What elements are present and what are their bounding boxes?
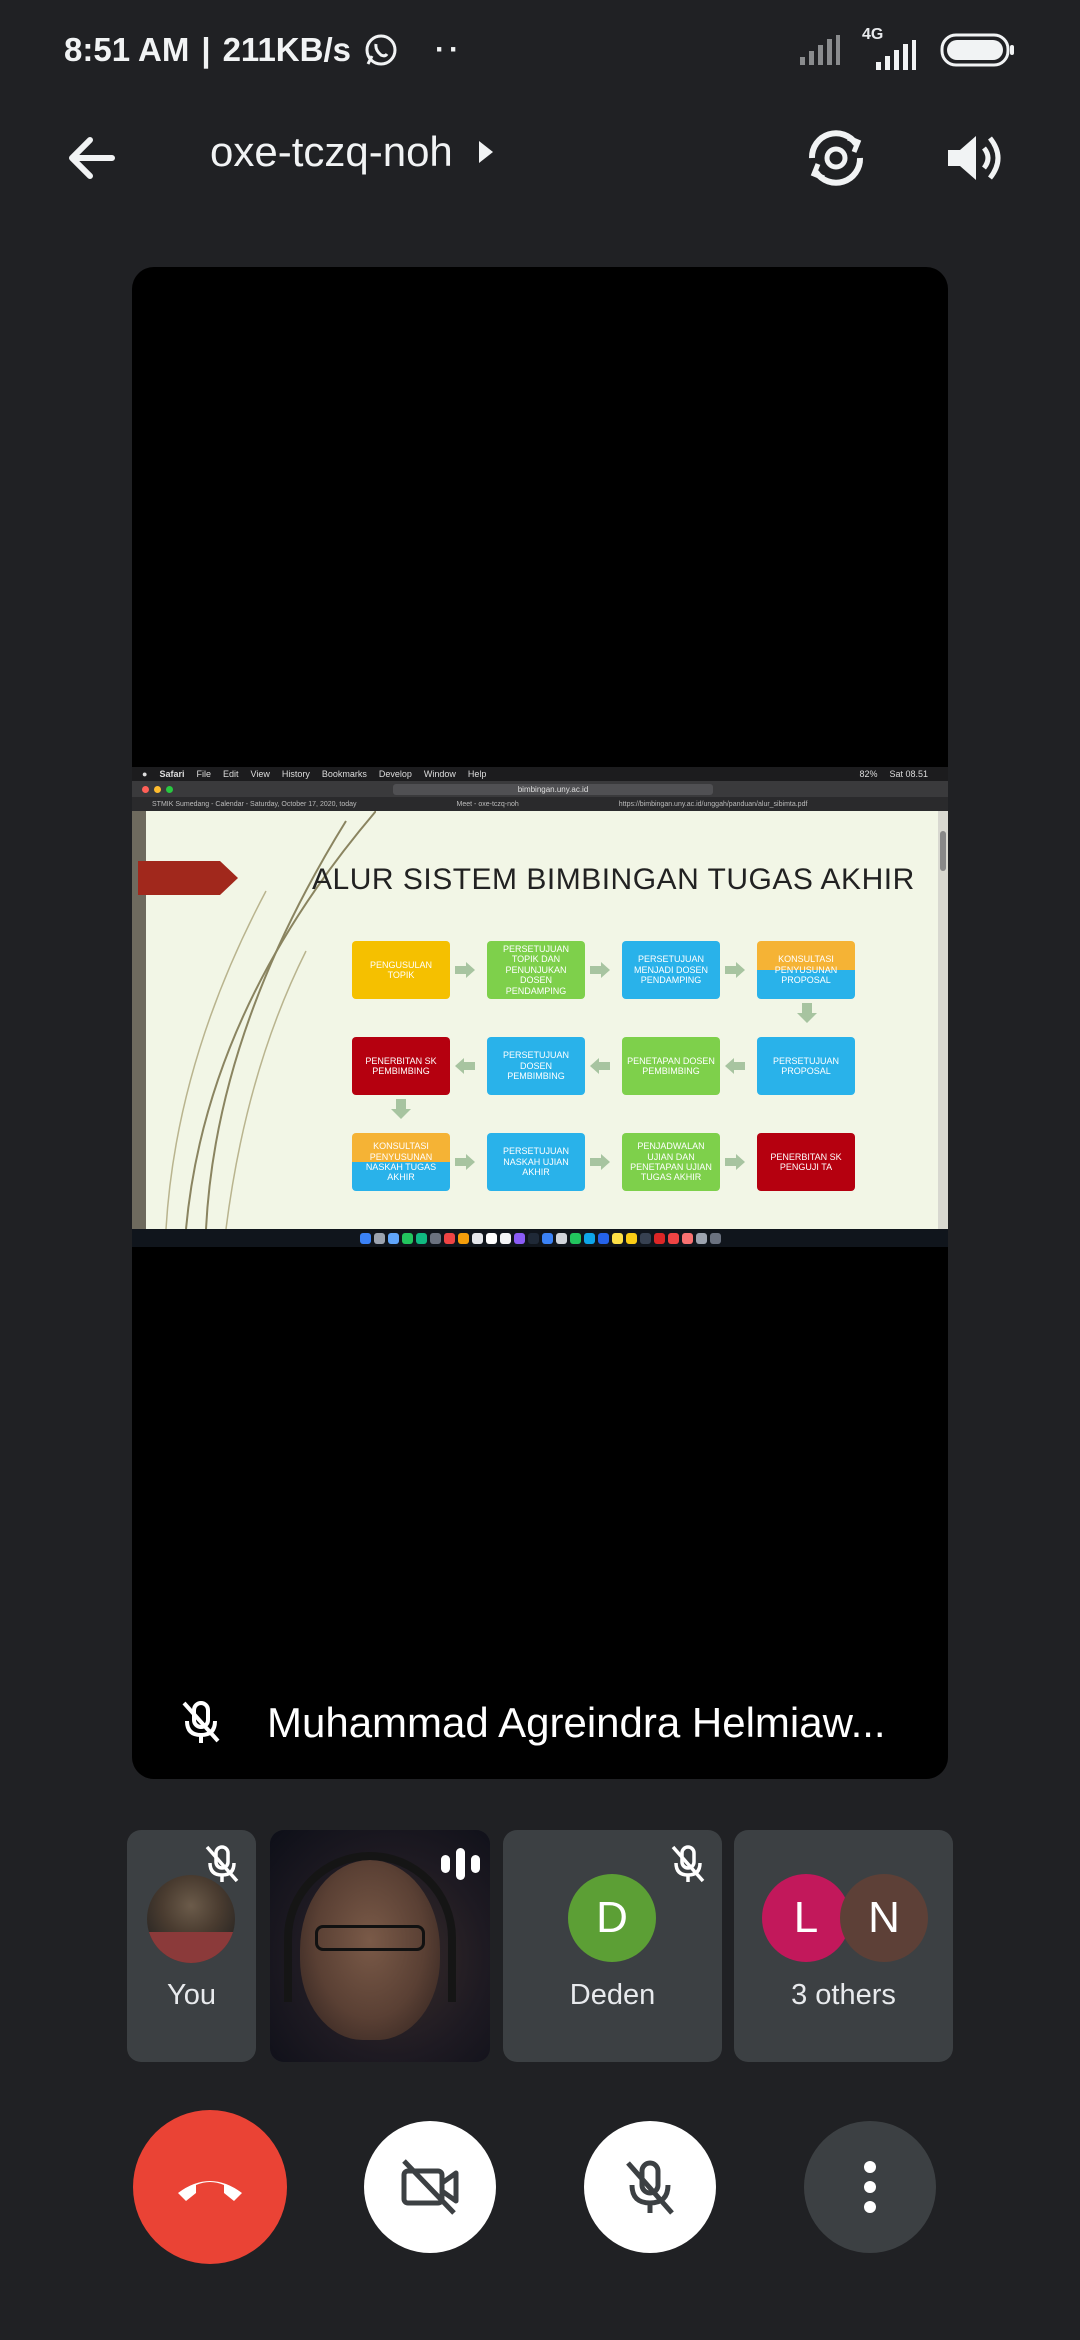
flow-box: PENERBITAN SK PENGUJI TA [757,1133,855,1191]
safari-tab: STMIK Sumedang - Calendar - Saturday, Oc… [152,800,357,808]
avatar [147,1875,235,1963]
safari-tab: https://bimbingan.uny.ac.id/unggah/pandu… [618,800,808,808]
url-bar: bimbingan.uny.ac.id [393,783,713,795]
mic-off-icon [205,1845,239,1883]
participant-label: Deden [569,1979,656,2011]
flow-box: KONSULTASI PENYUSUNAN PROPOSAL [757,941,855,999]
flow-box: PERSETUJUAN DOSEN PEMBIMBING [487,1037,585,1095]
flow-box: PERSETUJUAN TOPIK DAN PENUNJUKAN DOSEN P… [487,941,585,999]
camera-toggle-button[interactable] [364,2121,496,2253]
more-options-button[interactable] [804,2121,936,2253]
flow-box: PERSETUJUAN PROPOSAL [757,1037,855,1095]
pdf-scrollbar [938,811,948,1229]
slide-title: ALUR SISTEM BIMBINGAN TUGAS AKHIR [312,863,915,896]
shared-screen: ● Safari File Edit View History Bookmark… [132,767,948,1247]
status-bar: 8:51 AM | 211KB/s ·· 4G [0,0,1080,100]
safari-toolbar: bimbingan.uny.ac.id [132,781,948,797]
flow-box: PENJADWALAN UJIAN DAN PENETAPAN UJIAN TU… [622,1133,720,1191]
avatar: D [568,1874,656,1962]
menubar-item: Bookmarks [321,769,367,779]
more-vert-icon [864,2161,876,2213]
speaking-indicator-icon [441,1848,480,1880]
pdf-slide: ALUR SISTEM BIMBINGAN TUGAS AKHIR PENGUS… [132,811,948,1229]
flow-arrow [725,962,745,978]
participant-label: 3 others [791,1979,896,2011]
meeting-code: oxe-tczq-noh [210,128,453,175]
more-dots-icon: ·· [435,33,463,66]
glasses [315,1925,425,1951]
flow-arrow [590,1058,610,1074]
menubar-battery: 82% [859,769,878,779]
flow-box: KONSULTASI PENYUSUNAN NASKAH TUGAS AKHIR [352,1133,450,1191]
menubar-item: History [281,769,310,779]
flow-arrow [455,1058,475,1074]
app-bar: oxe-tczq-noh [0,100,1080,215]
flow-arrow [725,1154,745,1170]
status-separator: | [201,31,211,68]
participant-tile-you[interactable]: You [127,1830,256,2062]
end-call-button[interactable] [133,2110,287,2264]
menubar-clock: Sat 08.51 [889,769,928,779]
menubar-status: 82% Sat 08.51 [859,769,948,779]
status-left: 8:51 AM | 211KB/s ·· [64,31,463,69]
flow-arrow [725,1058,745,1074]
main-video-tile[interactable]: ● Safari File Edit View History Bookmark… [132,267,948,1779]
mac-dock [132,1229,948,1247]
flow-box: PERSETUJUAN MENJADI DOSEN PENDAMPING [622,941,720,999]
main-participant-name: Muhammad Agreindra Helmiaw... [267,1699,886,1746]
flow-arrow [590,1154,610,1170]
safari-tab: Meet - oxe-tczq-noh [456,800,519,808]
apple-icon: ● [142,769,148,779]
mic-toggle-button[interactable] [584,2121,716,2253]
speaker-icon[interactable] [938,122,1010,194]
flow-arrow [391,1099,411,1119]
flow-box: PENGUSULAN TOPIK [352,941,450,999]
flow-arrow [797,1003,817,1023]
meeting-code-button[interactable]: oxe-tczq-noh [210,128,495,176]
menubar-item: Window [423,769,456,779]
menubar-app: Safari [159,769,185,779]
menubar-item: Help [467,769,487,779]
play-triangle-icon [478,141,493,163]
end-call-icon [178,2181,242,2201]
main-name-bar: Muhammad Agreindra Helmiaw... [132,1667,948,1779]
window-controls [142,785,173,793]
menubar-item: Develop [378,769,412,779]
camera-off-icon [401,2159,459,2215]
menubar-item: Edit [222,769,239,779]
mac-menubar: ● Safari File Edit View History Bookmark… [132,767,948,781]
participant-tile-video[interactable] [270,1830,490,2062]
avatar: L [762,1874,850,1962]
participant-tile-deden[interactable]: D Deden [503,1830,722,2062]
avatar: N [840,1874,928,1962]
mic-off-icon [182,1701,220,1743]
participant-label: You [167,1979,216,2011]
menubar-item: File [196,769,211,779]
flow-arrow [455,1154,475,1170]
mic-off-icon [671,1845,705,1883]
flow-arrow [590,962,610,978]
battery-icon [940,33,1014,67]
status-time: 8:51 AM [64,31,190,68]
switch-camera-icon[interactable] [800,122,872,194]
back-arrow-icon[interactable] [62,128,122,188]
flow-box: PENETAPAN DOSEN PEMBIMBING [622,1037,720,1095]
menubar-item: View [250,769,270,779]
mic-off-icon [626,2160,674,2215]
flow-arrow [455,962,475,978]
safari-tabs: STMIK Sumedang - Calendar - Saturday, Oc… [132,797,948,811]
status-speed: 211KB/s [222,31,351,68]
flow-box: PENERBITAN SK PEMBIMBING [352,1037,450,1095]
signal-4g-icon: 4G [862,26,918,70]
signal-icon [800,35,840,65]
slide-arrow-decoration [138,861,238,895]
participant-tile-others[interactable]: L N 3 others [734,1830,953,2062]
status-right: 4G [800,26,1016,70]
flow-box: PERSETUJUAN NASKAH UJIAN AKHIR [487,1133,585,1191]
whatsapp-icon [365,34,397,66]
